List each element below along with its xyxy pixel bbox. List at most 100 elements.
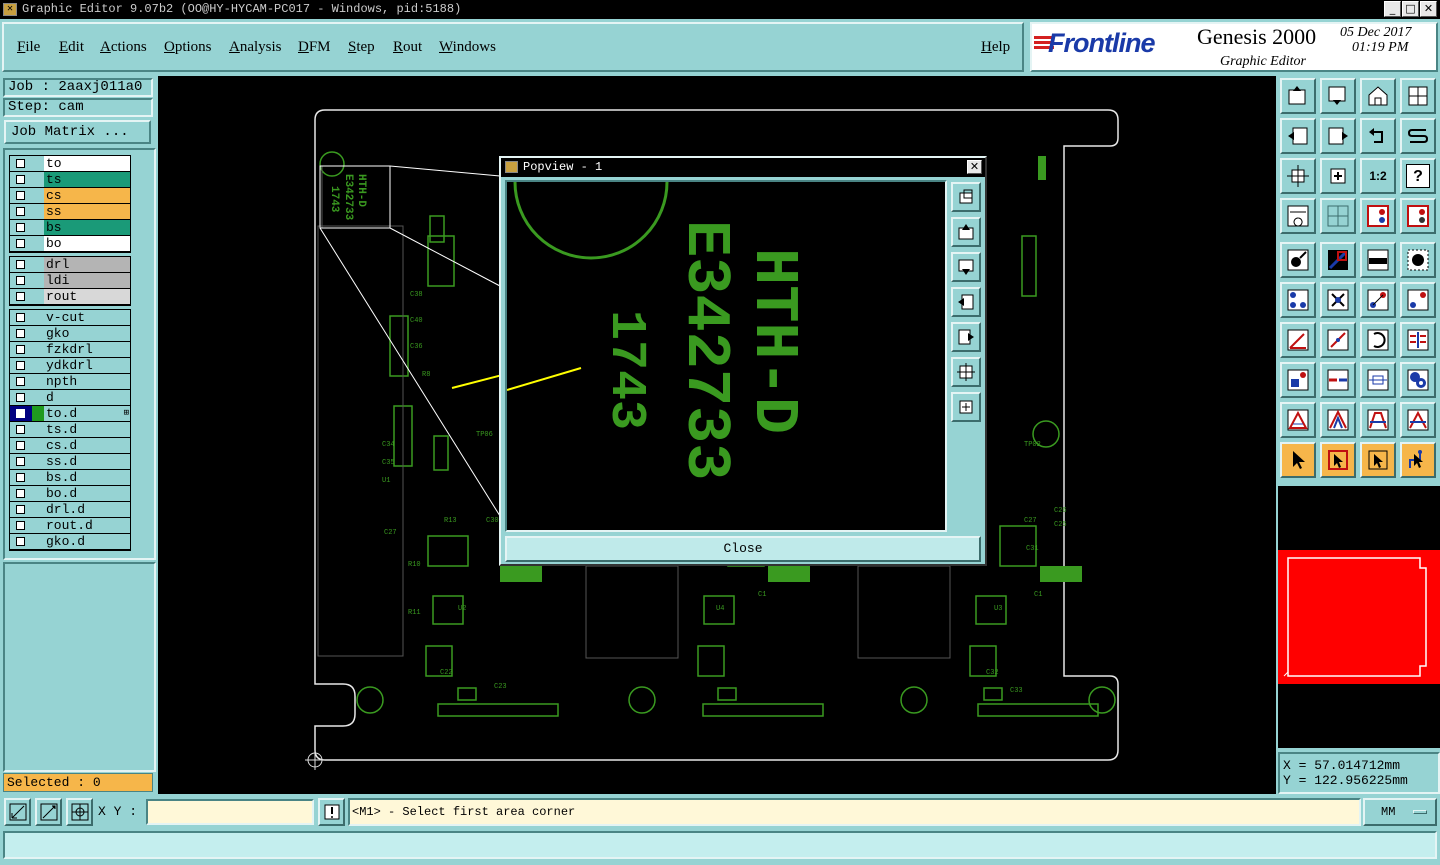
undo-icon[interactable] [1360, 118, 1396, 154]
expand-icon[interactable]: ⊞ [124, 406, 129, 421]
popview-pan-left-icon[interactable] [951, 287, 981, 317]
stretch-icon[interactable] [1360, 362, 1396, 398]
layer-row-selected[interactable]: to.d ⊞ [10, 406, 130, 422]
menu-analysis[interactable]: Analysis [229, 39, 282, 56]
popview-zoom-home-button[interactable] [951, 182, 981, 212]
layer-row-drl[interactable]: drl [10, 257, 130, 273]
layer-checkbox[interactable] [10, 374, 32, 389]
menu-edit[interactable]: Edit [59, 39, 84, 56]
display-layer-button[interactable] [1280, 78, 1316, 114]
layer-checkbox[interactable] [10, 342, 32, 357]
menu-step[interactable]: Step [348, 39, 375, 56]
arc-triangle-icon[interactable] [1320, 402, 1356, 438]
popview-close-button[interactable]: Close [505, 536, 981, 562]
units-selector[interactable]: MM [1363, 798, 1437, 826]
slope-icon[interactable] [1320, 322, 1356, 358]
job-matrix-button[interactable]: Job Matrix ... [4, 120, 151, 144]
layer-checkbox[interactable] [10, 220, 32, 235]
layer-checkbox[interactable] [10, 326, 32, 341]
layer-checkbox[interactable] [10, 188, 32, 203]
redraw-icon[interactable] [1400, 118, 1436, 154]
layer-checkbox[interactable] [10, 422, 32, 437]
zoom-fit-icon[interactable] [1280, 158, 1316, 194]
measure-cursor-icon[interactable] [35, 798, 62, 826]
layer-checkbox[interactable] [10, 486, 32, 501]
mirror-icon[interactable] [1400, 322, 1436, 358]
select-net-icon[interactable] [1400, 442, 1436, 478]
affected-indicator[interactable] [32, 406, 44, 421]
snap-alt-icon[interactable] [1400, 198, 1436, 234]
menu-windows[interactable]: Windows [439, 39, 496, 56]
layer-checkbox[interactable] [10, 502, 32, 517]
home-icon[interactable] [1360, 78, 1396, 114]
bridge-icon[interactable] [1360, 402, 1396, 438]
minimize-button[interactable]: _ [1384, 1, 1401, 17]
layer-row[interactable]: drl.d [10, 502, 130, 518]
layer-row[interactable]: ydkdrl [10, 358, 130, 374]
popview-pan-down-icon[interactable] [951, 252, 981, 282]
select-area-icon[interactable] [1320, 442, 1356, 478]
menu-actions[interactable]: Actions [100, 39, 147, 56]
layer-row-ts[interactable]: ts [10, 172, 130, 188]
layer-checkbox[interactable] [10, 470, 32, 485]
layer-row[interactable]: d [10, 390, 130, 406]
layer-row[interactable]: bs.d [10, 470, 130, 486]
help-icon[interactable]: ? [1400, 158, 1436, 194]
layer-row[interactable]: v-cut [10, 310, 130, 326]
move-left-icon[interactable] [1280, 118, 1316, 154]
grid-icon[interactable] [1320, 198, 1356, 234]
pad-group-icon[interactable] [1400, 362, 1436, 398]
connect-icon[interactable] [1280, 282, 1316, 318]
layer-row[interactable]: gko.d [10, 534, 130, 550]
layer-row[interactable]: ts.d [10, 422, 130, 438]
menu-dfm[interactable]: DFM [298, 39, 331, 56]
layer-checkbox[interactable] [10, 518, 32, 533]
measure-icon[interactable] [1360, 242, 1396, 278]
layer-checkbox[interactable] [10, 172, 32, 187]
layer-checkbox[interactable] [10, 289, 32, 304]
layer-checkbox[interactable] [10, 406, 32, 421]
popview-zoom-view[interactable]: HTH-D E342733 1743 [505, 180, 947, 532]
layer-checkbox[interactable] [10, 534, 32, 549]
select-polygon-icon[interactable] [1360, 442, 1396, 478]
layer-row-bs[interactable]: bs [10, 220, 130, 236]
menu-help[interactable]: Help [981, 39, 1010, 56]
layer-checkbox[interactable] [10, 358, 32, 373]
layer-row-ldi[interactable]: ldi [10, 273, 130, 289]
layer-row[interactable]: cs.d [10, 438, 130, 454]
layer-checkbox[interactable] [10, 438, 32, 453]
delete-icon[interactable] [1320, 282, 1356, 318]
add-pad-icon[interactable] [1280, 242, 1316, 278]
overview-map[interactable] [1278, 486, 1440, 748]
xy-input[interactable] [146, 799, 314, 825]
menu-rout[interactable]: Rout [393, 39, 422, 56]
rotate-icon[interactable] [1360, 322, 1396, 358]
move-feature-icon[interactable] [1360, 282, 1396, 318]
alert-icon[interactable] [318, 798, 345, 826]
tools-icon[interactable] [1280, 198, 1316, 234]
popview-close-icon[interactable]: ✕ [967, 160, 982, 174]
layer-row-to[interactable]: to [10, 156, 130, 172]
popview-zoom-in-icon[interactable] [951, 392, 981, 422]
close-window-button[interactable]: ✕ [1420, 1, 1437, 17]
layer-row[interactable]: rout.d [10, 518, 130, 534]
layer-row-ss[interactable]: ss [10, 204, 130, 220]
snap-icon[interactable] [1360, 198, 1396, 234]
layer-checkbox[interactable] [10, 390, 32, 405]
layer-checkbox[interactable] [10, 310, 32, 325]
zoom-in-icon[interactable] [1320, 158, 1356, 194]
add-surface-icon[interactable] [1400, 242, 1436, 278]
split-view-icon[interactable] [1400, 78, 1436, 114]
layer-checkbox[interactable] [10, 454, 32, 469]
select-pointer-icon[interactable] [1280, 442, 1316, 478]
layer-row-cs[interactable]: cs [10, 188, 130, 204]
display-down-button[interactable] [1320, 78, 1356, 114]
triangle-icon[interactable] [1280, 402, 1316, 438]
maximize-button[interactable]: □ [1402, 1, 1419, 17]
add-line-icon[interactable] [1320, 242, 1356, 278]
angle-icon[interactable] [1280, 322, 1316, 358]
menu-file[interactable]: File [17, 39, 40, 56]
chamfer-icon[interactable] [1400, 402, 1436, 438]
layer-checkbox[interactable] [10, 156, 32, 171]
copy-feature-icon[interactable] [1400, 282, 1436, 318]
